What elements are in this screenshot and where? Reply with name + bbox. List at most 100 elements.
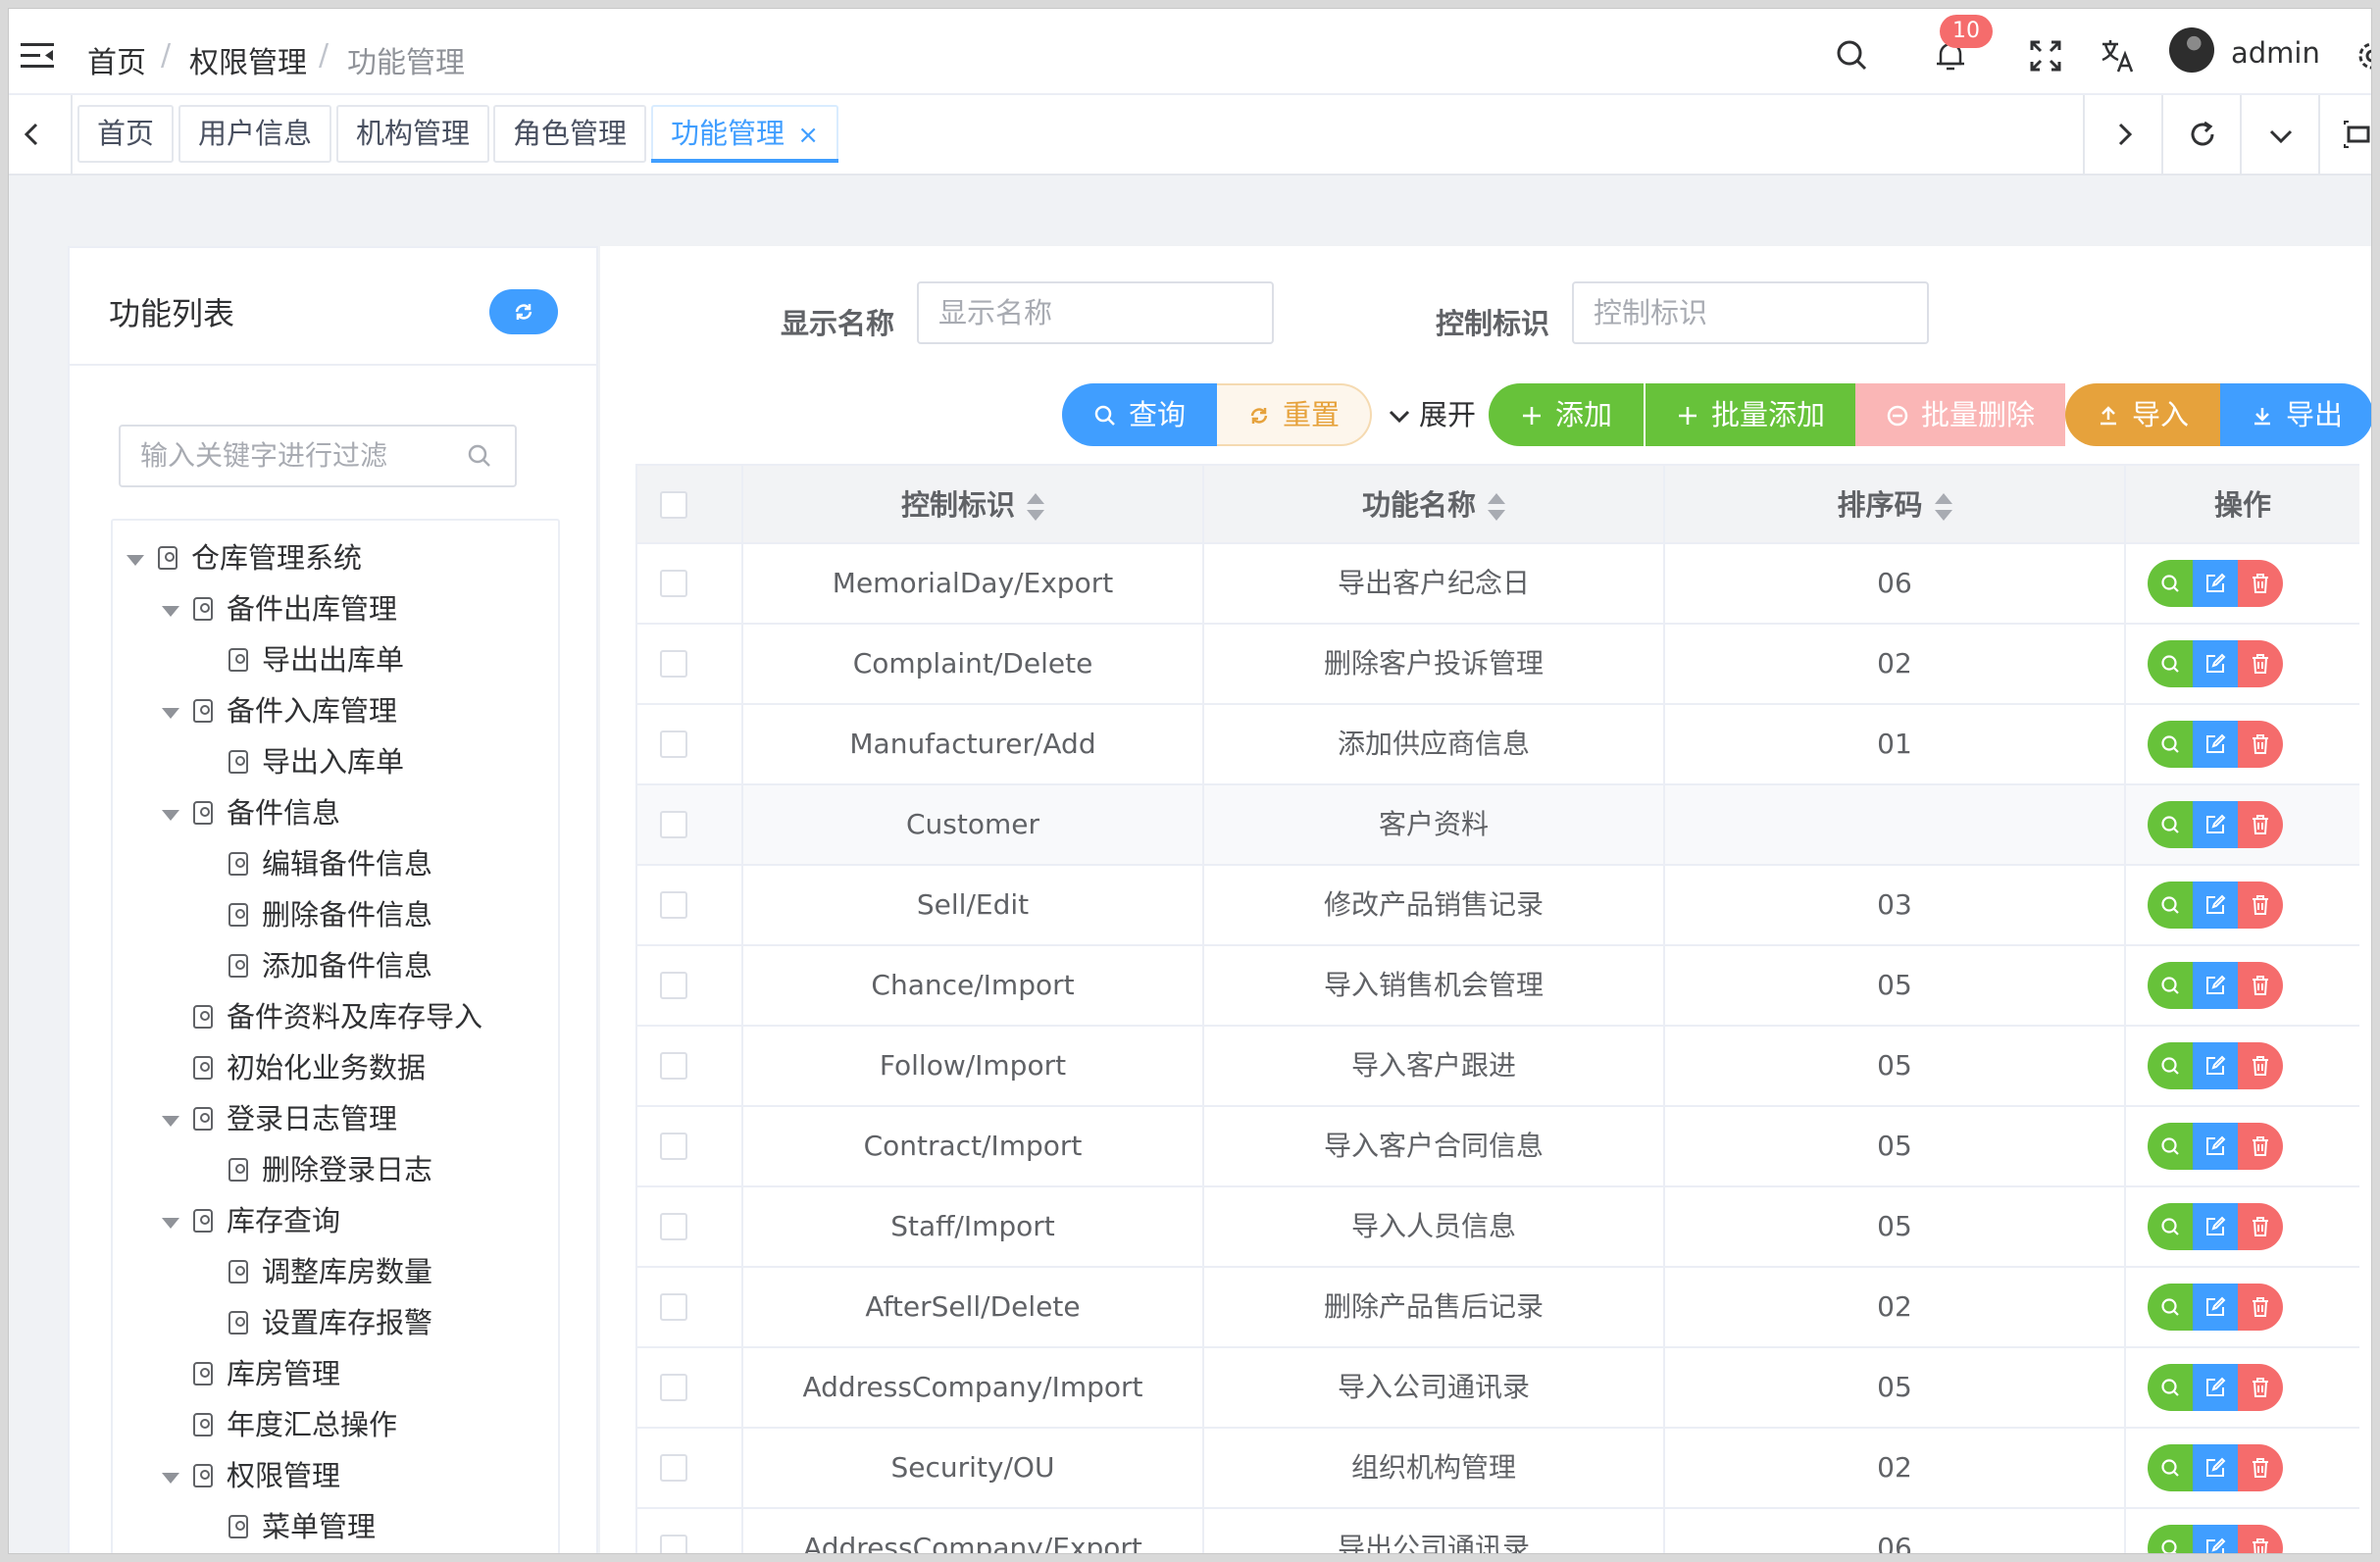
view-icon[interactable] (2148, 1364, 2193, 1411)
table-row[interactable]: AddressCompany/Export 导出公司通讯录 06 (637, 1509, 2359, 1553)
column-header-order[interactable]: 排序码 (1665, 466, 2126, 544)
table-row[interactable]: Sell/Edit 修改产品销售记录 03 (637, 866, 2359, 946)
row-checkbox[interactable] (660, 1454, 687, 1482)
edit-icon[interactable] (2193, 1203, 2238, 1250)
tree-node[interactable]: 删除备件信息 (197, 893, 432, 936)
tree-node[interactable]: 备件资料及库存导入 (162, 995, 482, 1038)
sort-icon[interactable] (1488, 493, 1505, 521)
row-checkbox[interactable] (660, 1374, 687, 1401)
view-icon[interactable] (2148, 560, 2193, 607)
fullscreen-icon[interactable] (2026, 36, 2065, 76)
view-icon[interactable] (2148, 882, 2193, 929)
delete-icon[interactable] (2238, 1203, 2283, 1250)
caret-down-icon[interactable] (162, 1472, 179, 1484)
translate-icon[interactable] (2099, 36, 2138, 76)
tree-filter-input[interactable]: 输入关键字进行过滤 (119, 425, 517, 487)
edit-icon[interactable] (2193, 882, 2238, 929)
row-checkbox[interactable] (660, 570, 687, 597)
caret-down-icon[interactable] (127, 554, 144, 566)
row-checkbox[interactable] (660, 1213, 687, 1240)
add-button[interactable]: 添加 (1489, 383, 1644, 446)
table-row[interactable]: Customer 客户资料 (637, 785, 2359, 866)
view-icon[interactable] (2148, 1444, 2193, 1491)
tree-node[interactable]: 库存查询 (162, 1199, 340, 1242)
row-checkbox[interactable] (660, 650, 687, 678)
tree-node[interactable]: 初始化业务数据 (162, 1046, 426, 1089)
tree-node[interactable]: 导出入库单 (197, 740, 404, 783)
delete-icon[interactable] (2238, 1042, 2283, 1089)
tree-node[interactable]: 编辑备件信息 (197, 842, 432, 885)
breadcrumb-home[interactable]: 首页 (87, 38, 146, 81)
delete-icon[interactable] (2238, 1444, 2283, 1491)
delete-icon[interactable] (2238, 1284, 2283, 1331)
edit-icon[interactable] (2193, 1042, 2238, 1089)
table-row[interactable]: Security/OU 组织机构管理 02 (637, 1429, 2359, 1509)
table-row[interactable]: Manufacturer/Add 添加供应商信息 01 (637, 705, 2359, 785)
edit-icon[interactable] (2193, 962, 2238, 1009)
caret-down-icon[interactable] (162, 1115, 179, 1127)
table-row[interactable]: Contract/Import 导入客户合同信息 05 (637, 1107, 2359, 1187)
table-row[interactable]: AfterSell/Delete 删除产品售后记录 02 (637, 1268, 2359, 1348)
caret-down-icon[interactable] (162, 1217, 179, 1229)
tree-node[interactable]: 调整库房数量 (197, 1250, 432, 1293)
tab-role-manage[interactable]: 角色管理 (493, 105, 647, 163)
settings-icon[interactable] (2353, 36, 2372, 76)
edit-icon[interactable] (2193, 721, 2238, 768)
refresh-tree-button[interactable] (489, 289, 558, 334)
view-icon[interactable] (2148, 801, 2193, 848)
tab-home[interactable]: 首页 (77, 105, 175, 163)
delete-icon[interactable] (2238, 1364, 2283, 1411)
tree-node[interactable]: 设置库存报警 (197, 1301, 432, 1344)
view-icon[interactable] (2148, 1203, 2193, 1250)
view-icon[interactable] (2148, 1284, 2193, 1331)
edit-icon[interactable] (2193, 801, 2238, 848)
table-row[interactable]: Chance/Import 导入销售机会管理 05 (637, 946, 2359, 1027)
sort-icon[interactable] (1934, 493, 1952, 521)
query-button[interactable]: 查询 (1062, 383, 1217, 446)
delete-icon[interactable] (2238, 801, 2283, 848)
tab-function-manage[interactable]: 功能管理 × (651, 105, 839, 163)
edit-icon[interactable] (2193, 560, 2238, 607)
tree-node[interactable]: 添加备件信息 (197, 944, 432, 987)
tabs-dropdown[interactable] (2240, 95, 2318, 174)
delete-icon[interactable] (2238, 560, 2283, 607)
view-icon[interactable] (2148, 1123, 2193, 1170)
tree-node[interactable]: 年度汇总操作 (162, 1403, 397, 1446)
tree-node[interactable]: 菜单管理 (197, 1505, 376, 1548)
menu-fold-icon[interactable] (21, 41, 56, 71)
row-checkbox[interactable] (660, 1133, 687, 1160)
tree-node[interactable]: 仓库管理系统 (127, 536, 362, 579)
search-icon[interactable] (1833, 36, 1872, 76)
tree-node[interactable]: 备件信息 (162, 791, 340, 834)
chevron-left-icon[interactable] (19, 121, 46, 148)
delete-icon[interactable] (2238, 1525, 2283, 1553)
export-button[interactable]: 导出 (2220, 383, 2371, 446)
tabs-refresh[interactable] (2161, 95, 2240, 174)
tree-node[interactable]: 备件入库管理 (162, 689, 397, 732)
tree-node[interactable]: 登录日志管理 (162, 1097, 397, 1140)
delete-icon[interactable] (2238, 640, 2283, 687)
sort-icon[interactable] (1027, 493, 1044, 521)
table-row[interactable]: MemorialDay/Export 导出客户纪念日 06 (637, 544, 2359, 625)
view-icon[interactable] (2148, 640, 2193, 687)
table-row[interactable]: Staff/Import 导入人员信息 05 (637, 1187, 2359, 1268)
edit-icon[interactable] (2193, 1123, 2238, 1170)
caret-down-icon[interactable] (162, 707, 179, 719)
edit-icon[interactable] (2193, 1284, 2238, 1331)
table-row[interactable]: Follow/Import 导入客户跟进 05 (637, 1027, 2359, 1107)
edit-icon[interactable] (2193, 1525, 2238, 1553)
row-checkbox[interactable] (660, 1293, 687, 1321)
row-checkbox[interactable] (660, 891, 687, 919)
edit-icon[interactable] (2193, 1444, 2238, 1491)
import-button[interactable]: 导入 (2065, 383, 2220, 446)
tree-node[interactable]: 库房管理 (162, 1352, 340, 1395)
table-row[interactable]: AddressCompany/Import 导入公司通讯录 05 (637, 1348, 2359, 1429)
column-header-name[interactable]: 功能名称 (1204, 466, 1665, 544)
delete-icon[interactable] (2238, 1123, 2283, 1170)
tree-node[interactable]: 备件出库管理 (162, 587, 397, 630)
delete-icon[interactable] (2238, 962, 2283, 1009)
view-icon[interactable] (2148, 962, 2193, 1009)
expand-toggle[interactable]: 展开 (1385, 383, 1479, 446)
tree-node[interactable]: 导出出库单 (197, 638, 404, 681)
tabs-scroll-right[interactable] (2083, 95, 2161, 174)
